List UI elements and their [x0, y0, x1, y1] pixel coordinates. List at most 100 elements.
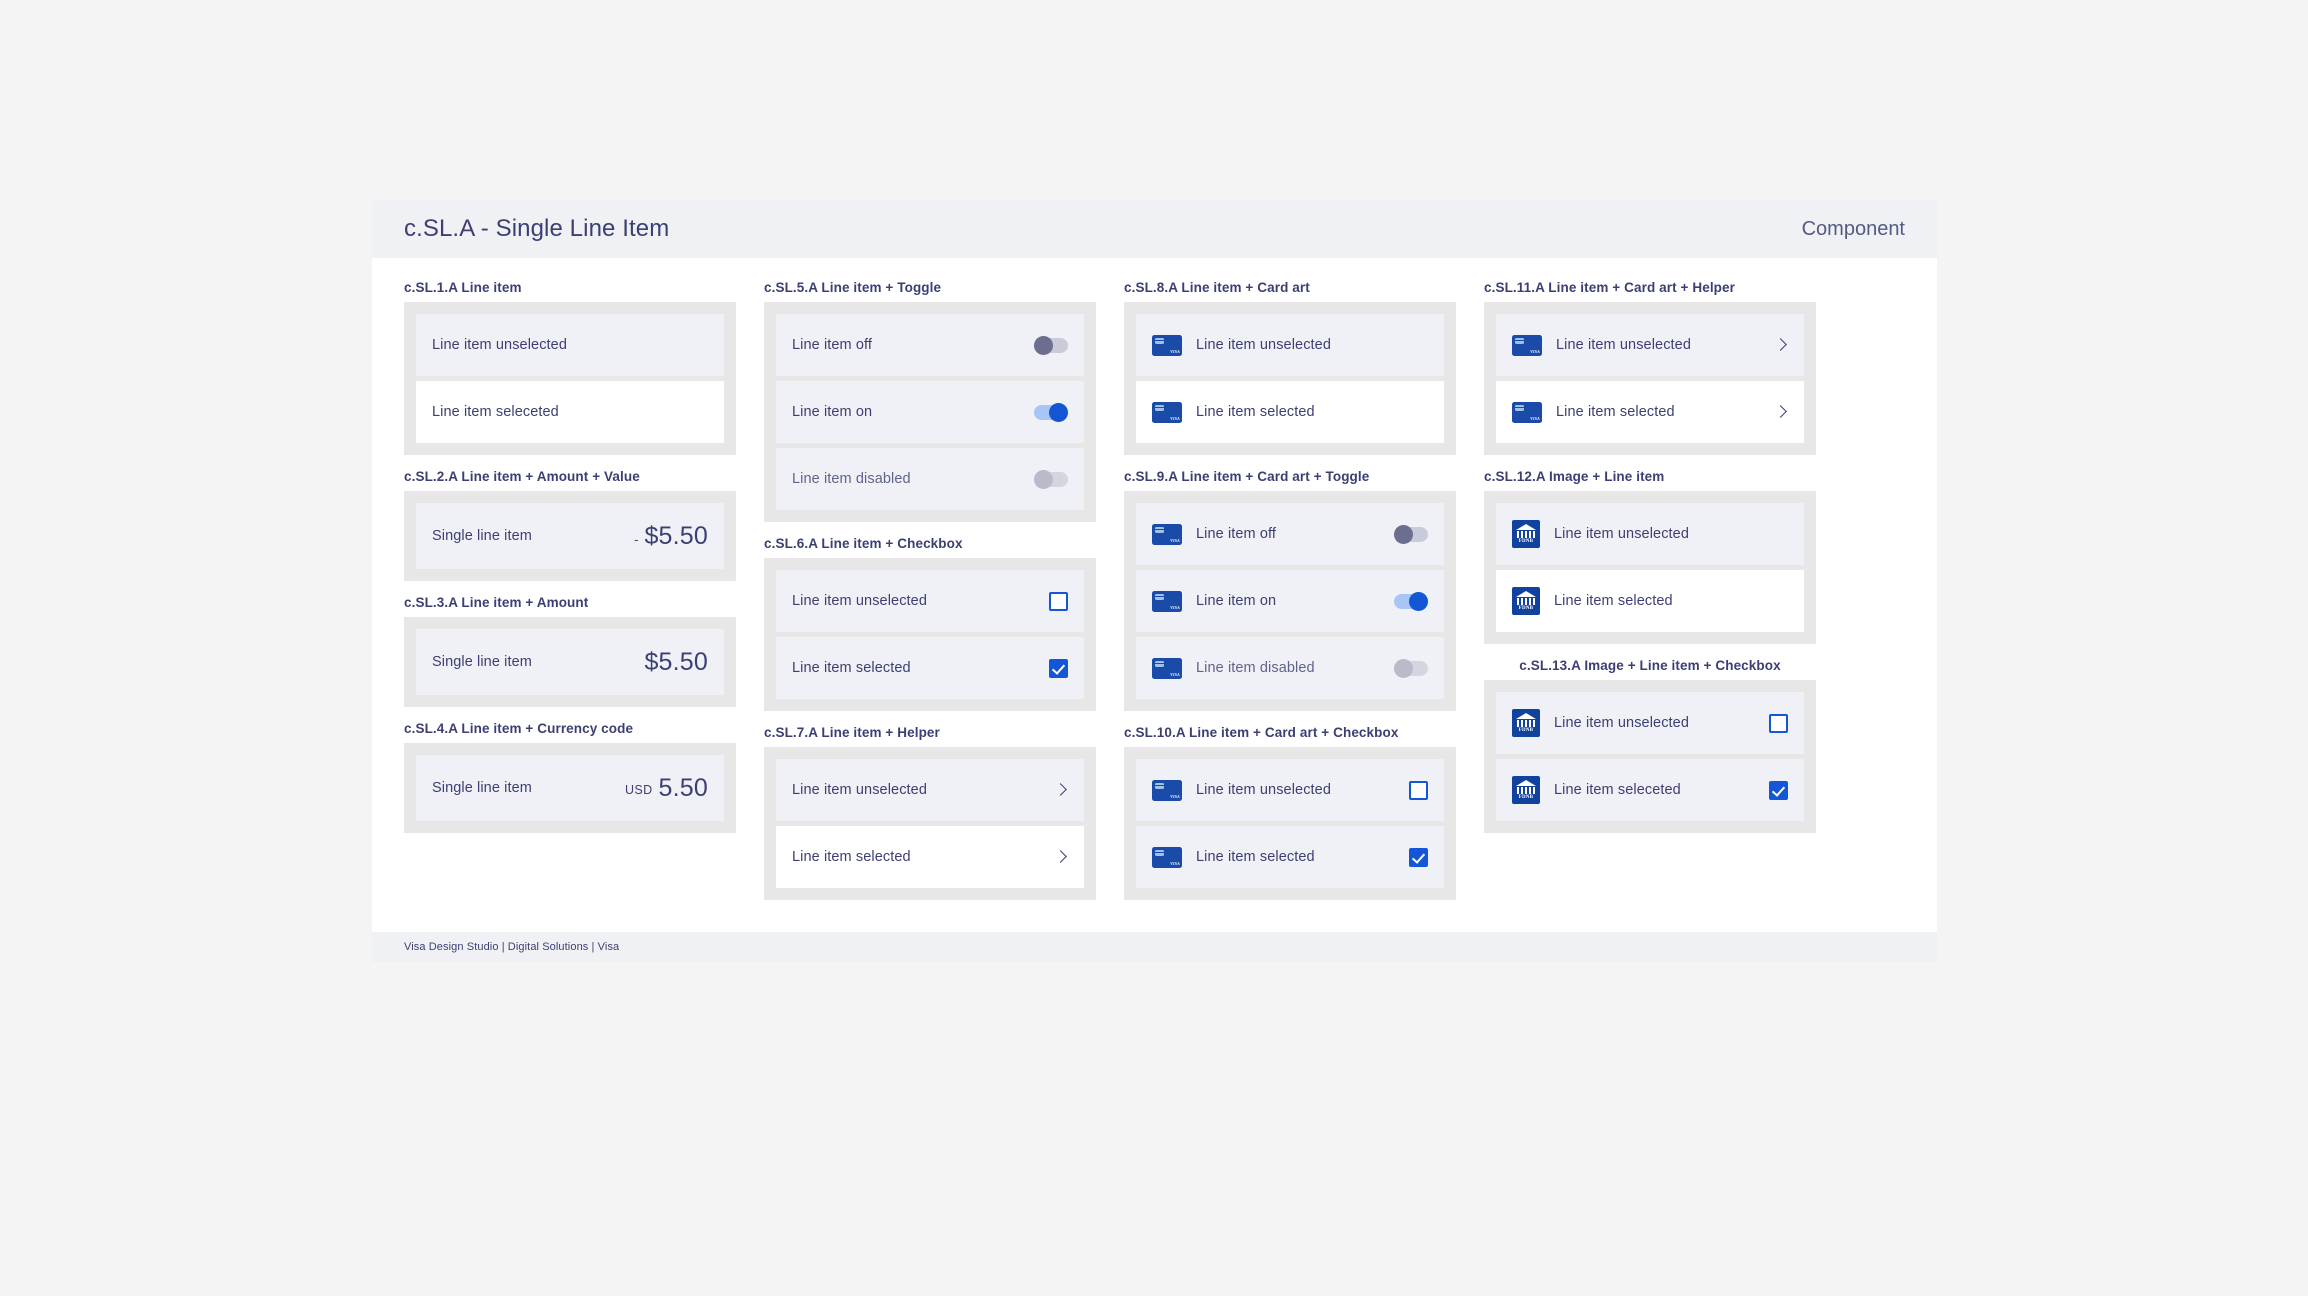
list-item-label: Line item disabled — [1196, 660, 1315, 676]
panel-sl6: Line item unselected Line item selected — [764, 558, 1096, 711]
component-frame: c.SL.A - Single Line Item Component c.SL… — [372, 200, 1937, 962]
list-item-label: Single line item — [432, 654, 532, 670]
toggle-knob — [1049, 402, 1068, 422]
bank-columns-shape — [1516, 787, 1536, 794]
list-item[interactable]: VISA Line item selected — [1496, 381, 1804, 443]
list-item-label: Line item unselected — [1196, 782, 1331, 798]
list-item[interactable]: Single line item USD 5.50 — [416, 755, 724, 821]
section-label-sl13: c.SL.13.A Image + Line item + Checkbox — [1519, 658, 1781, 673]
list-item[interactable]: Line item selected — [776, 826, 1084, 888]
card-art-icon: VISA — [1512, 401, 1542, 423]
toggle-switch-on[interactable] — [1034, 402, 1068, 422]
list-item-label: Line item off — [1196, 526, 1277, 542]
list-item[interactable]: Line item unselected — [416, 314, 724, 376]
footer-credit-text: Visa Design Studio | Digital Solutions |… — [404, 941, 620, 953]
list-item-label: Line item selected — [792, 849, 911, 865]
bank-name-label: FDNB — [1518, 728, 1534, 733]
section-sl8: c.SL.8.A Line item + Card art VISA Line … — [1124, 280, 1456, 455]
list-item[interactable]: Single line item - $5.50 — [416, 503, 724, 569]
panel-sl8: VISA Line item unselected VISA Line item… — [1124, 302, 1456, 455]
section-label-sl10: c.SL.10.A Line item + Card art + Checkbo… — [1124, 725, 1399, 740]
panel-sl2: Single line item - $5.50 — [404, 491, 736, 581]
list-item-label: Line item unselected — [1554, 526, 1689, 542]
list-item[interactable]: VISA Line item off — [1136, 503, 1444, 565]
checkbox-checked[interactable] — [1409, 847, 1428, 867]
section-sl7: c.SL.7.A Line item + Helper Line item un… — [764, 725, 1096, 900]
panel-sl12: FDNB Line item unselected FDNB Line item… — [1484, 491, 1816, 644]
section-label-sl6: c.SL.6.A Line item + Checkbox — [764, 536, 963, 551]
checkbox-unchecked[interactable] — [1409, 780, 1428, 800]
list-item[interactable]: FDNB Line item seleceted — [1496, 759, 1804, 821]
list-item[interactable]: Line item seleceted — [416, 381, 724, 443]
list-item-label: Line item seleceted — [432, 404, 559, 420]
bank-pediment-shape — [1516, 524, 1536, 530]
section-sl5: c.SL.5.A Line item + Toggle Line item of… — [764, 280, 1096, 522]
checkbox-unchecked[interactable] — [1769, 713, 1788, 733]
screen-canvas: c.SL.A - Single Line Item Component c.SL… — [0, 0, 2308, 1296]
list-item[interactable]: Line item off — [776, 314, 1084, 376]
card-art-icon: VISA — [1152, 779, 1182, 801]
card-chip-icon — [1155, 526, 1164, 533]
toggle-knob — [1409, 591, 1428, 611]
card-brand-label: VISA — [1170, 605, 1180, 610]
chevron-right-icon[interactable] — [1774, 338, 1788, 352]
list-item[interactable]: VISA Line item unselected — [1136, 314, 1444, 376]
list-item[interactable]: Line item unselected — [776, 759, 1084, 821]
toggle-switch-on[interactable] — [1394, 591, 1428, 611]
panel-sl1: Line item unselected Line item seleceted — [404, 302, 736, 455]
list-item[interactable]: Line item disabled — [776, 448, 1084, 510]
toggle-switch-off[interactable] — [1034, 335, 1068, 355]
checkbox-checked[interactable] — [1769, 780, 1788, 800]
list-item[interactable]: VISA Line item disabled — [1136, 637, 1444, 699]
section-sl12: c.SL.12.A Image + Line item FDNB Line it… — [1484, 469, 1816, 644]
list-item-label: Line item on — [792, 404, 873, 420]
amount-group: $5.50 — [644, 648, 708, 677]
section-sl9: c.SL.9.A Line item + Card art + Toggle V… — [1124, 469, 1456, 711]
card-chip-icon — [1515, 337, 1524, 344]
card-art-icon: VISA — [1152, 657, 1182, 679]
card-brand-label: VISA — [1170, 672, 1180, 677]
bank-name-label: FDNB — [1518, 795, 1534, 800]
list-item-label: Single line item — [432, 780, 532, 796]
list-item[interactable]: VISA Line item unselected — [1136, 759, 1444, 821]
section-label-sl4: c.SL.4.A Line item + Currency code — [404, 721, 634, 736]
list-item[interactable]: FDNB Line item unselected — [1496, 503, 1804, 565]
section-label-sl1: c.SL.1.A Line item — [404, 280, 522, 295]
panel-sl13: FDNB Line item unselected FDNB Line item… — [1484, 680, 1816, 833]
card-brand-label: VISA — [1170, 538, 1180, 543]
toggle-switch-off[interactable] — [1394, 524, 1428, 544]
chevron-right-icon[interactable] — [1054, 783, 1068, 797]
bank-name-label: FDNB — [1518, 606, 1534, 611]
frame-kind-label: Component — [1801, 217, 1905, 240]
list-item[interactable]: FDNB Line item unselected — [1496, 692, 1804, 754]
section-label-sl3: c.SL.3.A Line item + Amount — [404, 595, 589, 610]
list-item[interactable]: Line item selected — [776, 637, 1084, 699]
list-item[interactable]: VISA Line item unselected — [1496, 314, 1804, 376]
panel-sl9: VISA Line item off VISA Line item on VIS… — [1124, 491, 1456, 711]
panel-sl4: Single line item USD 5.50 — [404, 743, 736, 833]
checkbox-checked[interactable] — [1049, 658, 1068, 678]
list-item[interactable]: VISA Line item on — [1136, 570, 1444, 632]
section-sl11: c.SL.11.A Line item + Card art + Helper … — [1484, 280, 1816, 455]
page-title: c.SL.A - Single Line Item — [404, 215, 670, 242]
chevron-right-icon[interactable] — [1774, 405, 1788, 419]
section-label-sl12: c.SL.12.A Image + Line item — [1484, 469, 1665, 484]
section-label-sl11: c.SL.11.A Line item + Card art + Helper — [1484, 280, 1735, 295]
card-brand-label: VISA — [1170, 416, 1180, 421]
checkbox-unchecked[interactable] — [1049, 591, 1068, 611]
card-chip-icon — [1515, 404, 1524, 411]
card-art-icon: VISA — [1152, 590, 1182, 612]
list-item[interactable]: VISA Line item selected — [1136, 826, 1444, 888]
card-chip-icon — [1155, 593, 1164, 600]
list-item[interactable]: FDNB Line item selected — [1496, 570, 1804, 632]
list-item[interactable]: Single line item $5.50 — [416, 629, 724, 695]
list-item[interactable]: VISA Line item selected — [1136, 381, 1444, 443]
card-chip-icon — [1155, 782, 1164, 789]
list-item[interactable]: Line item on — [776, 381, 1084, 443]
list-item[interactable]: Line item unselected — [776, 570, 1084, 632]
section-label-sl7: c.SL.7.A Line item + Helper — [764, 725, 940, 740]
bank-image-icon: FDNB — [1512, 709, 1540, 737]
bank-image-icon: FDNB — [1512, 776, 1540, 804]
chevron-right-icon[interactable] — [1054, 850, 1068, 864]
list-item-label: Line item disabled — [792, 471, 911, 487]
